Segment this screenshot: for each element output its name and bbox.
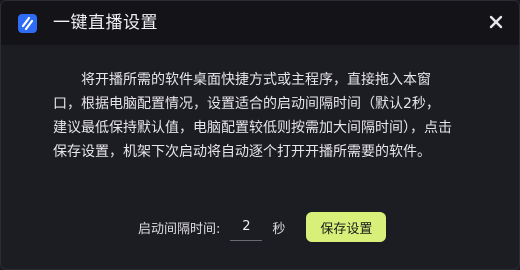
interval-settings-row: 启动间隔时间: 秒 保存设置 [138,212,387,242]
seconds-unit-label: 秒 [272,221,286,237]
live-settings-dialog: 一键直播设置 将开播所需的软件桌面快捷方式或主程序，直接拖入本窗口，根据电脑配置… [0,0,520,270]
save-settings-button[interactable]: 保存设置 [306,212,387,242]
app-logo-icon [18,14,37,33]
title-bar: 一键直播设置 [1,1,519,45]
dialog-title: 一键直播设置 [53,13,158,33]
interval-input[interactable] [230,213,263,241]
instructions-text: 将开播所需的软件桌面快捷方式或主程序，直接拖入本窗口，根据电脑配置情况，设置适合… [53,72,452,160]
interval-label: 启动间隔时间: [138,221,221,237]
close-icon[interactable] [487,13,505,31]
